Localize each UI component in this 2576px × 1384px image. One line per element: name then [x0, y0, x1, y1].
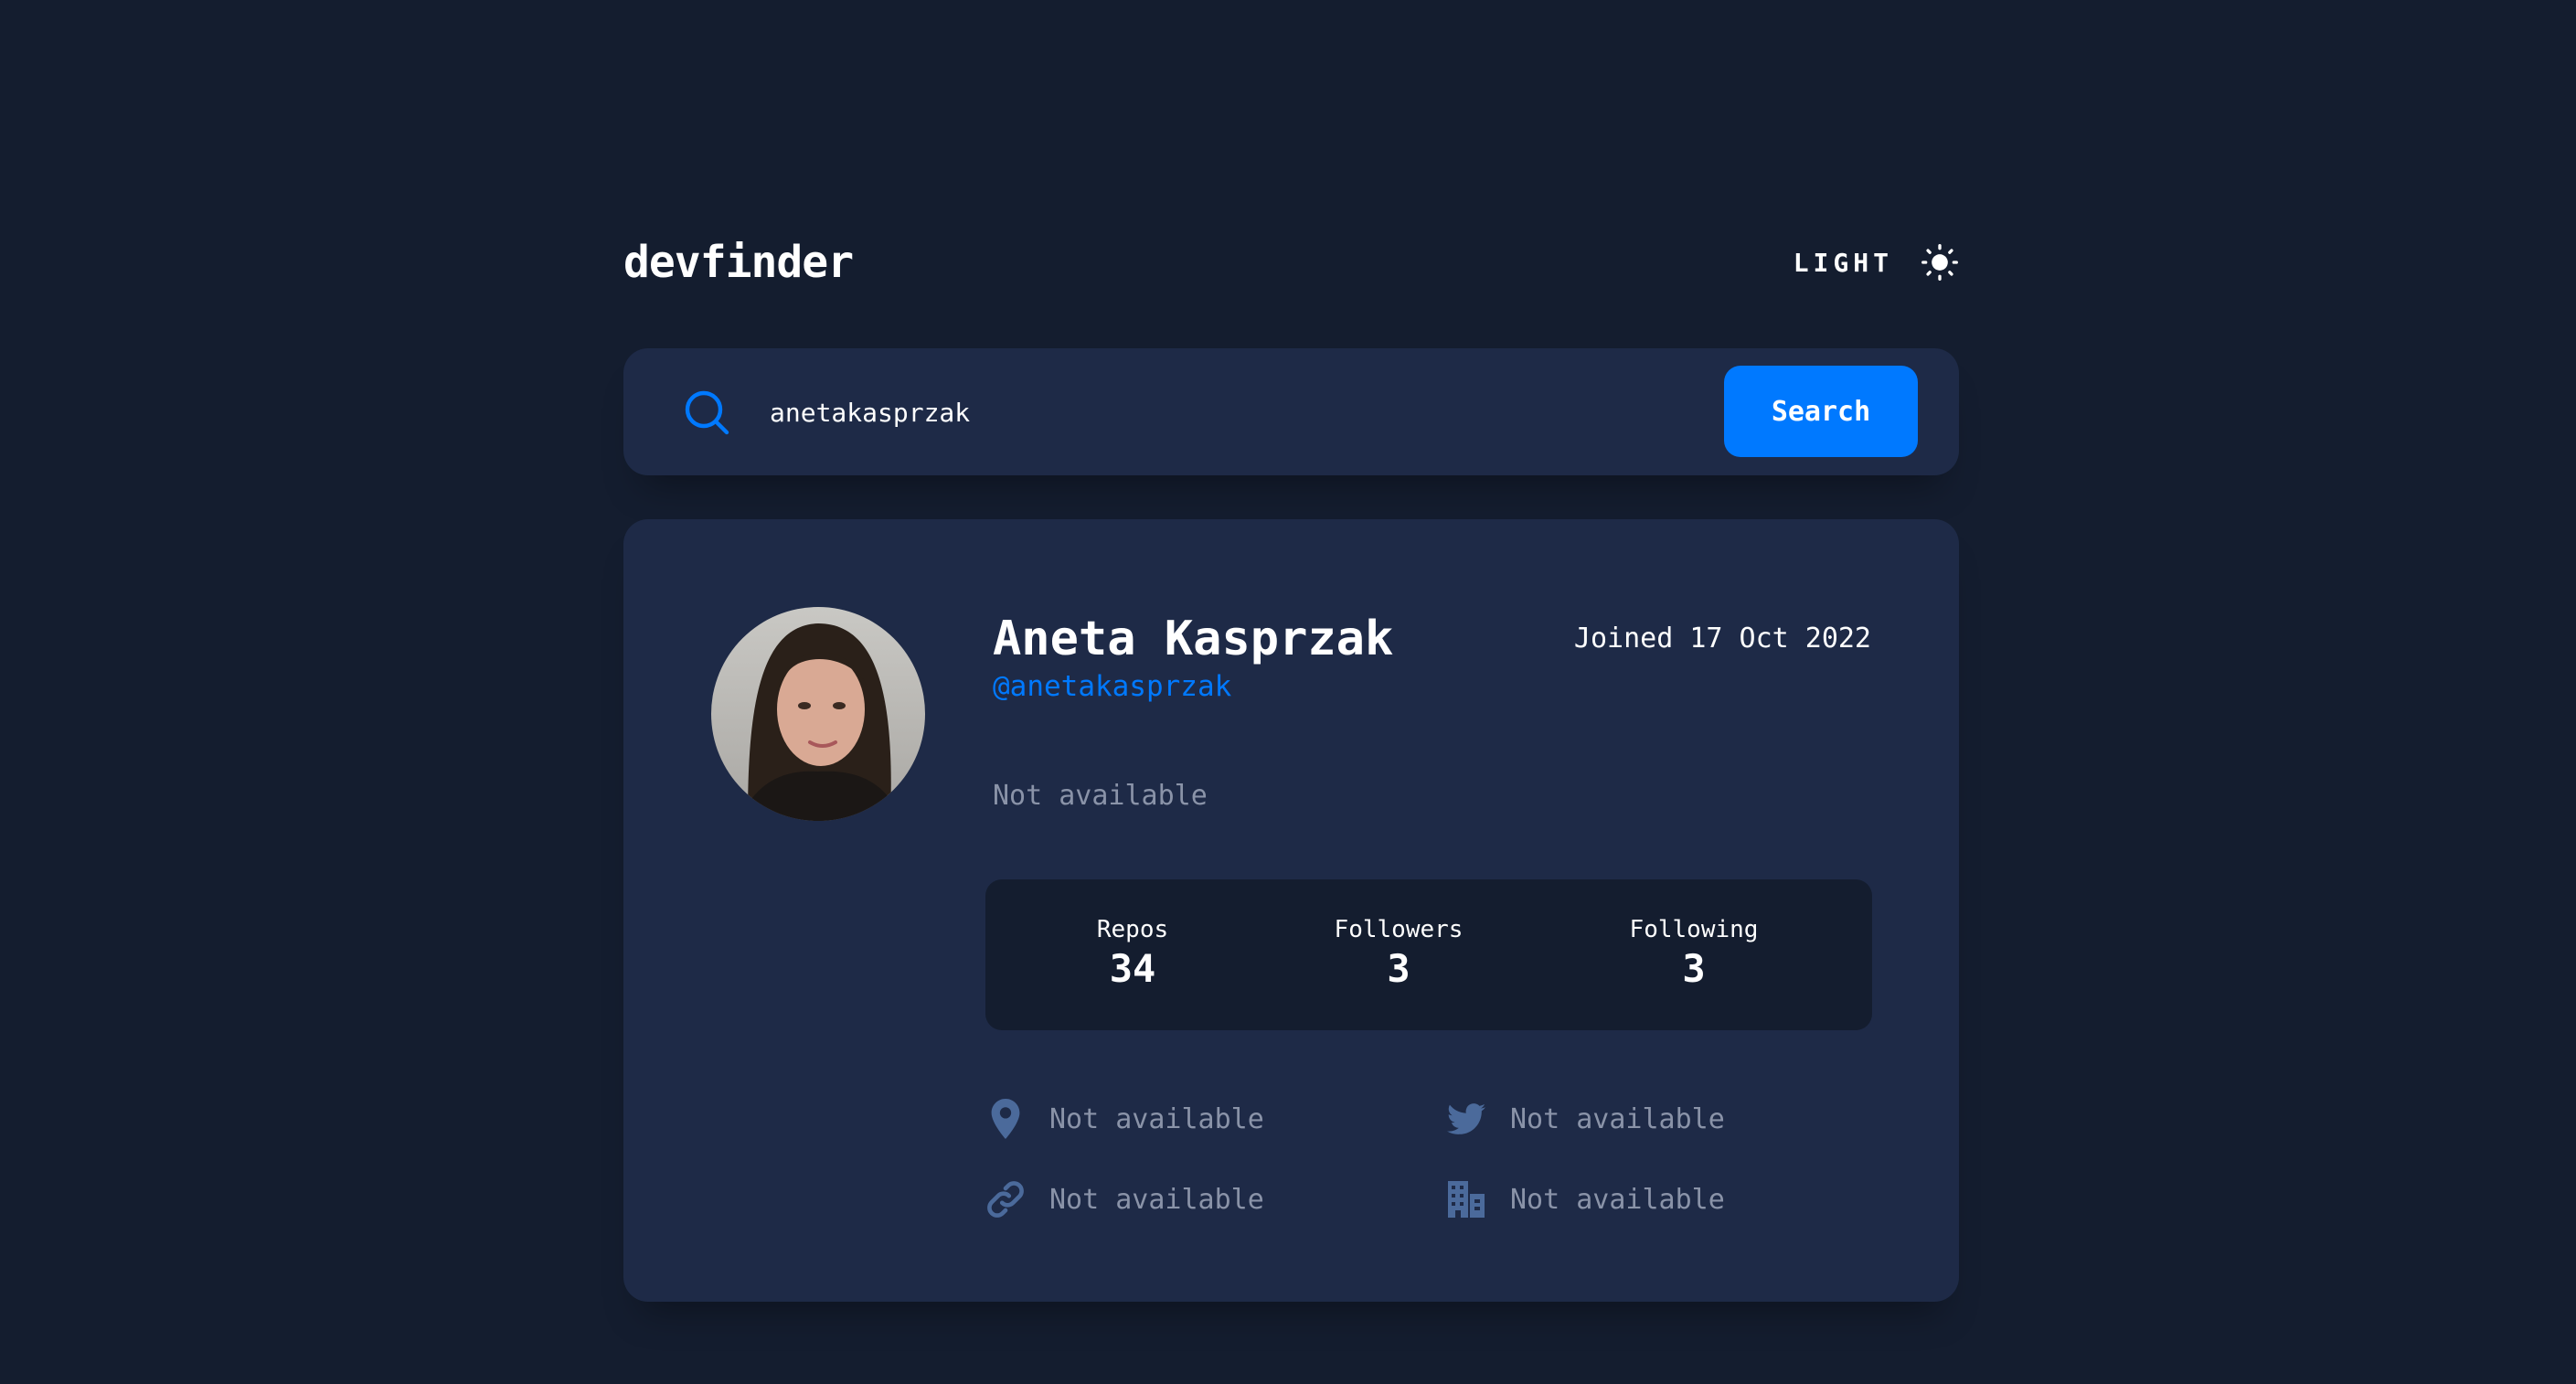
stat-followers: Followers 3	[1335, 914, 1464, 993]
link-twitter: Not available	[1446, 1093, 1725, 1144]
location-pin-icon	[985, 1099, 1026, 1139]
profile-card: Aneta Kasprzak Joined 17 Oct 2022 @aneta…	[623, 519, 1959, 1302]
stat-label: Following	[1629, 916, 1759, 943]
link-location: Not available	[985, 1093, 1264, 1144]
profile-name: Aneta Kasprzak	[993, 612, 1394, 666]
stat-repos: Repos 34	[1097, 914, 1168, 993]
stat-following: Following 3	[1630, 914, 1759, 993]
stat-value: 34	[1109, 946, 1156, 991]
stat-value: 3	[1387, 946, 1410, 991]
link-text: Not available	[1510, 1102, 1725, 1135]
search-input[interactable]	[770, 385, 1410, 440]
stat-value: 3	[1682, 946, 1706, 991]
joined-date: Joined 17 Oct 2022	[1573, 623, 1871, 655]
link-text: Not available	[1049, 1102, 1264, 1135]
theme-toggle[interactable]: LIGHT	[1794, 230, 1959, 294]
link-text: Not available	[1049, 1183, 1264, 1216]
avatar-image	[711, 607, 925, 821]
theme-toggle-label[interactable]: LIGHT	[1794, 248, 1893, 278]
stats-panel: Repos 34 Followers 3 Following 3	[985, 879, 1872, 1030]
devfinder-app: devfinder LIGHT anetakasprzak Search Ane…	[623, 230, 1959, 1302]
search-bar: Search	[623, 348, 1959, 475]
profile-handle[interactable]: @anetakasprzak	[993, 665, 1231, 708]
header: devfinder LIGHT	[623, 230, 1959, 294]
twitter-icon	[1446, 1099, 1486, 1139]
link-website: Not available	[985, 1174, 1264, 1225]
company-building-icon	[1446, 1179, 1486, 1219]
profile-bio: Not available	[993, 780, 1208, 812]
search-button[interactable]: Search	[1724, 366, 1918, 457]
search-icon	[685, 390, 729, 435]
link-text: Not available	[1510, 1183, 1725, 1216]
avatar	[711, 607, 925, 821]
app-logo: devfinder	[623, 237, 854, 288]
stat-label: Repos	[1096, 916, 1169, 943]
sun-icon[interactable]	[1921, 243, 1959, 282]
link-company: Not available	[1446, 1174, 1725, 1225]
link-icon	[985, 1179, 1026, 1219]
stat-label: Followers	[1334, 916, 1464, 943]
